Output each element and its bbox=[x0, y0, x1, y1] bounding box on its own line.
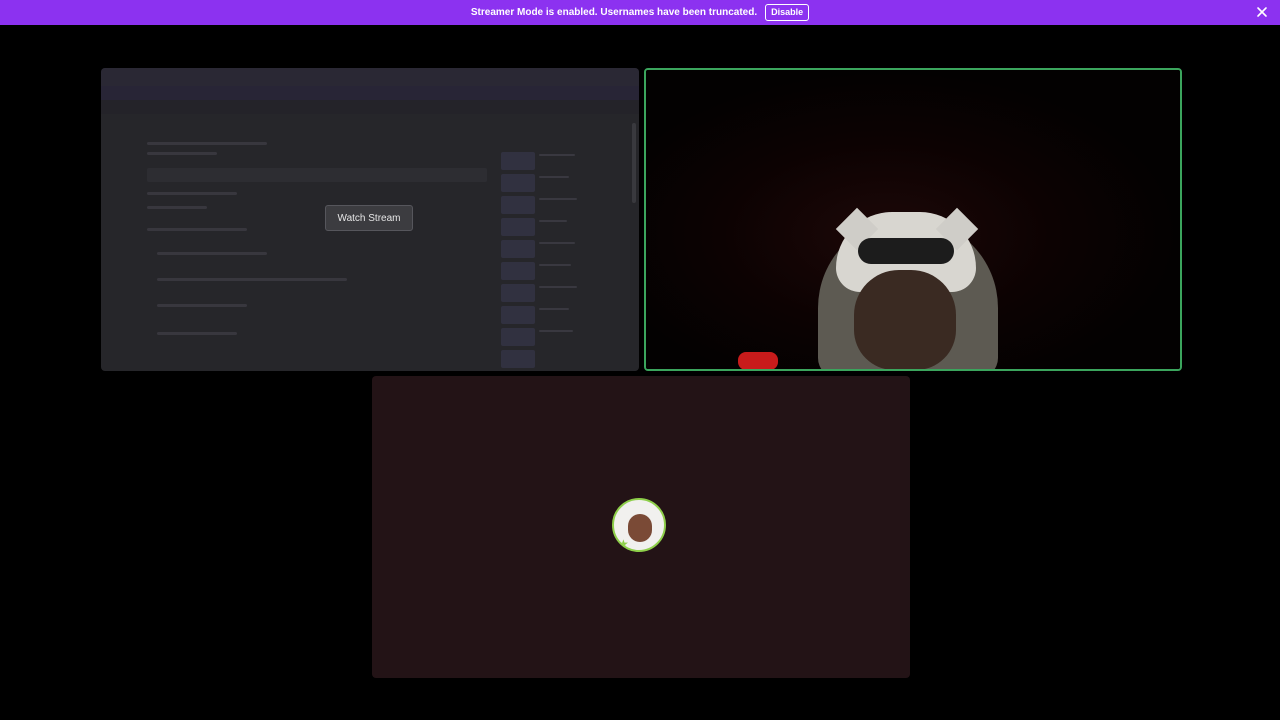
streamer-mode-text: Streamer Mode is enabled. Usernames have… bbox=[470, 7, 758, 18]
watch-stream-button[interactable]: Watch Stream bbox=[325, 205, 413, 231]
voice-participant-tile[interactable]: ★ bbox=[372, 376, 910, 678]
star-icon: ★ bbox=[618, 537, 629, 551]
streamer-mode-banner: Streamer Mode is enabled. Usernames have… bbox=[0, 0, 1280, 25]
user-avatar[interactable]: ★ bbox=[612, 498, 666, 552]
camera-video bbox=[646, 70, 1180, 369]
disable-streamer-mode-button[interactable]: Disable bbox=[765, 4, 810, 21]
camera-tile[interactable] bbox=[644, 68, 1182, 371]
red-light bbox=[738, 352, 778, 369]
person-face bbox=[854, 270, 956, 369]
close-icon[interactable] bbox=[1254, 4, 1270, 20]
screen-share-tile[interactable]: Watch Stream bbox=[101, 68, 639, 371]
